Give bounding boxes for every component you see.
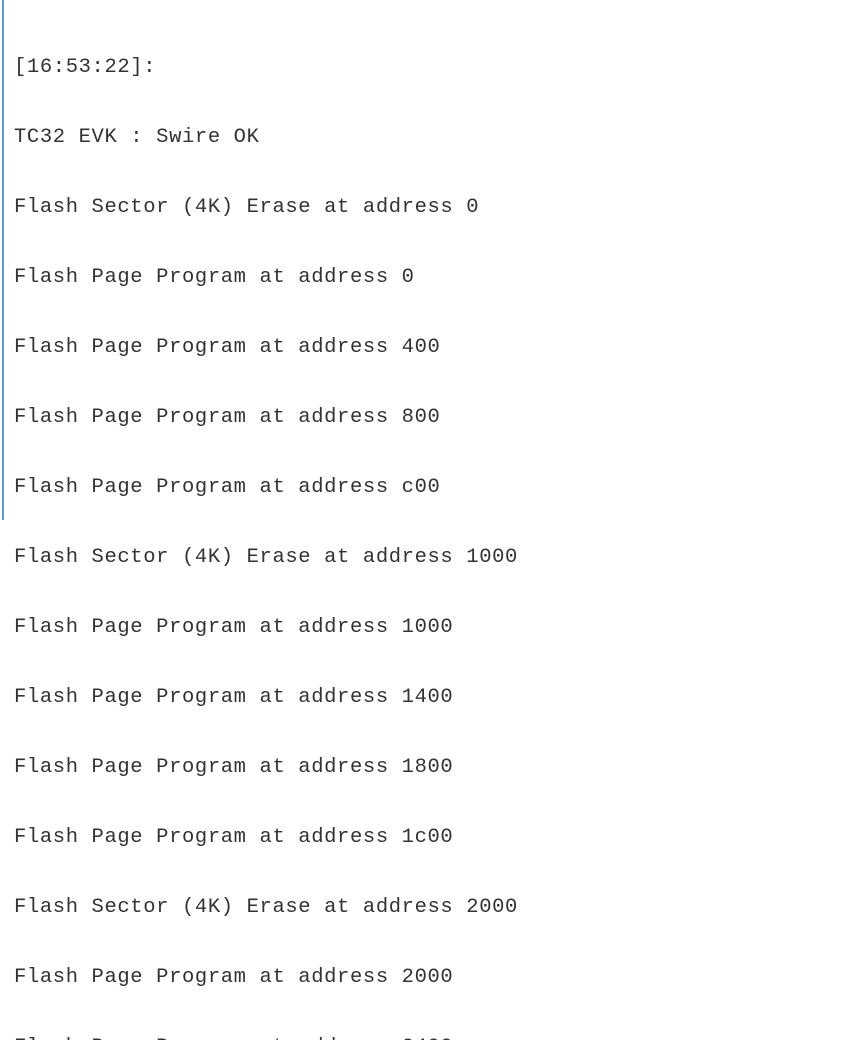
log-line: Flash Sector (4K) Erase at address 1000 — [14, 545, 518, 569]
log-line: Flash Sector (4K) Erase at address 2000 — [14, 896, 518, 920]
log-line: Flash Page Program at address 800 — [14, 405, 441, 429]
log-output-text-area[interactable]: [16:53:22]: TC32 EVK : Swire OK Flash Se… — [14, 9, 858, 1040]
left-accent-rule — [2, 0, 4, 520]
log-line: Flash Page Program at address 1000 — [14, 615, 454, 639]
log-line: Flash Page Program at address 400 — [14, 335, 441, 359]
log-line: Flash Page Program at address 2400 — [14, 1036, 858, 1040]
log-line: TC32 EVK : Swire OK — [14, 125, 260, 149]
log-line: Flash Page Program at address 0 — [14, 265, 415, 289]
log-line: Flash Page Program at address 1800 — [14, 756, 454, 779]
log-line: [16:53:22]: — [14, 55, 157, 79]
log-line: Flash Page Program at address 1c00 — [14, 826, 454, 850]
log-line: Flash Page Program at address 1400 — [14, 685, 454, 709]
log-line: Flash Sector (4K) Erase at address 0 — [14, 195, 480, 219]
log-line: Flash Page Program at address c00 — [14, 475, 441, 499]
console-window: [16:53:22]: TC32 EVK : Swire OK Flash Se… — [0, 0, 858, 1040]
log-line: Flash Page Program at address 2000 — [14, 966, 454, 990]
